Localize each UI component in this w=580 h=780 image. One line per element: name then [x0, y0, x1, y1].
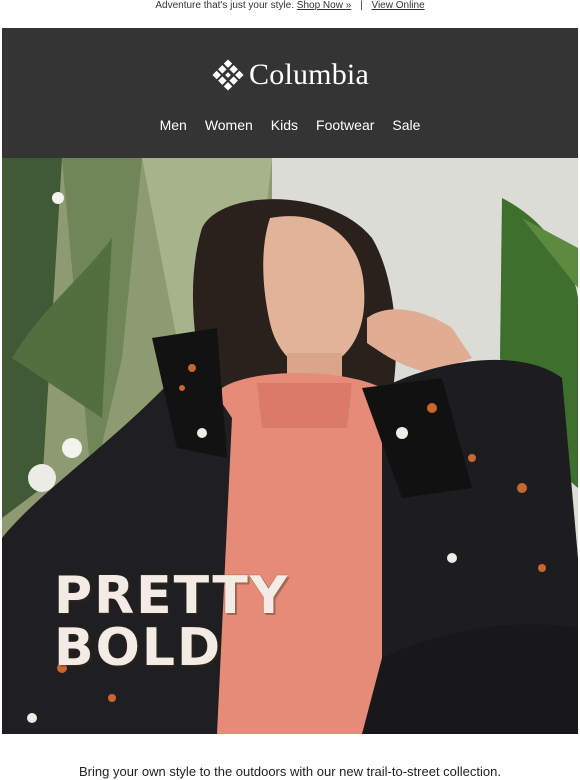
nav-sale[interactable]: Sale	[383, 114, 429, 136]
brand-logo[interactable]: Columbia	[2, 58, 578, 92]
view-online-link[interactable]: View Online	[371, 0, 424, 11]
preheader-tagline: Adventure that's just your style.	[155, 0, 295, 11]
headline-line-1: PRETTY	[54, 566, 290, 626]
shop-now-link[interactable]: Shop Now »	[297, 0, 351, 11]
nav-men[interactable]: Men	[151, 114, 196, 136]
preheader-separator: |	[360, 0, 363, 11]
hero-image[interactable]: PRETTY BOLD	[2, 158, 578, 734]
nav-kids[interactable]: Kids	[262, 114, 307, 136]
headline-line-2: BOLD	[54, 618, 223, 678]
hero-headline: PRETTY BOLD	[54, 570, 289, 674]
nav-footwear[interactable]: Footwear	[307, 114, 383, 136]
main-nav: Men Women Kids Footwear Sale	[2, 114, 578, 136]
preheader: Adventure that's just your style. Shop N…	[0, 0, 580, 14]
email-header: Columbia Men Women Kids Footwear Sale	[2, 28, 578, 158]
intro-text: Bring your own style to the outdoors wit…	[79, 764, 501, 779]
brand-name: Columbia	[249, 58, 369, 91]
columbia-diamond-logo-icon	[212, 59, 244, 91]
nav-women[interactable]: Women	[196, 114, 262, 136]
